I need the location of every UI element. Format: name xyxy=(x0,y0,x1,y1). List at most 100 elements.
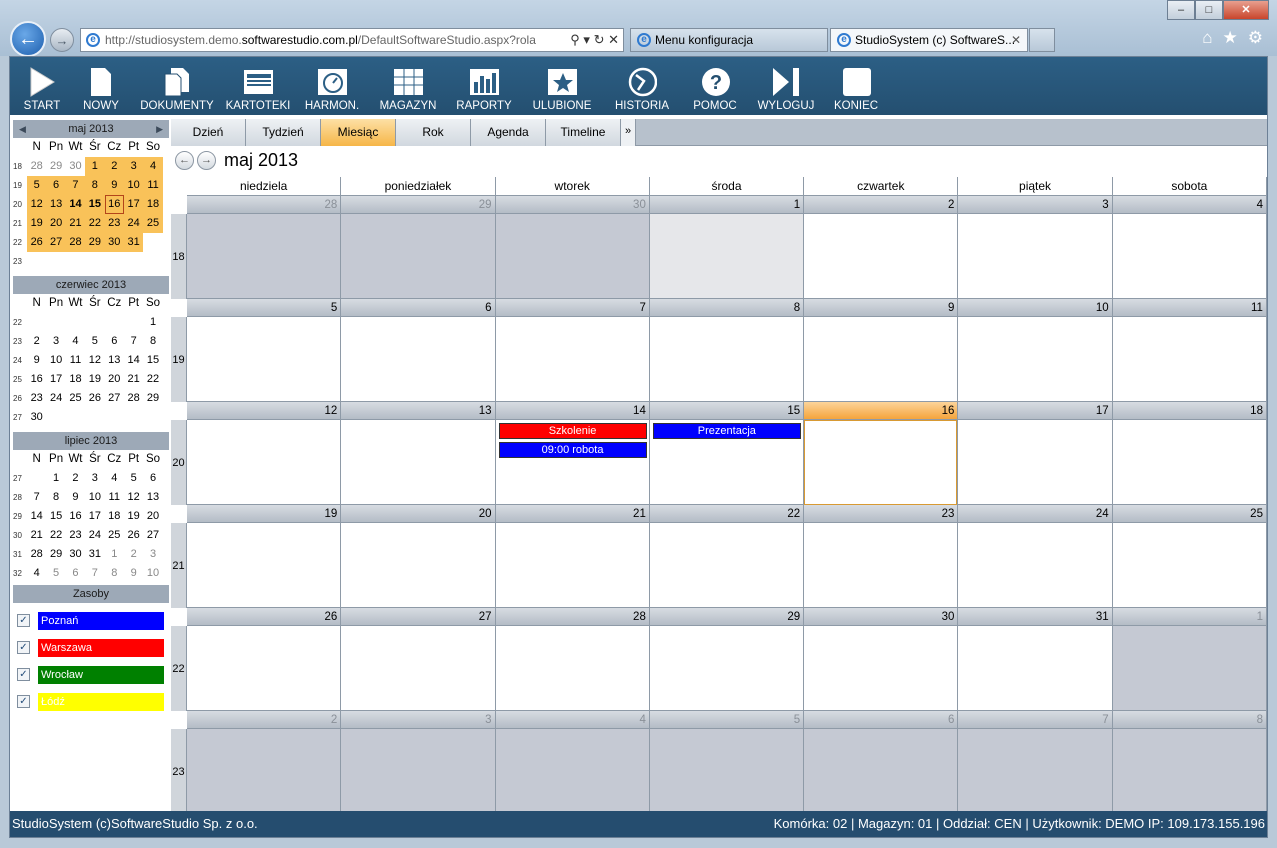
mini-cal-day[interactable]: 27 xyxy=(46,233,66,252)
day-cell[interactable]: 14 Szkolenie 09:00 robota xyxy=(495,402,650,505)
day-body[interactable] xyxy=(958,317,1112,402)
day-cell[interactable]: 18 xyxy=(1112,402,1267,505)
mini-cal-day[interactable]: 19 xyxy=(85,370,104,389)
day-body[interactable] xyxy=(1112,626,1266,711)
mini-cal-day[interactable]: 29 xyxy=(46,157,65,176)
wyloguj-button[interactable]: WYLOGUJ xyxy=(748,57,824,115)
mini-cal-day[interactable]: 9 xyxy=(66,488,85,507)
day-body[interactable] xyxy=(495,523,649,608)
mini-cal-day[interactable]: 28 xyxy=(124,389,143,408)
home-icon[interactable]: ⌂ xyxy=(1202,28,1212,48)
mini-cal-day[interactable]: 9 xyxy=(27,351,46,370)
day-cell[interactable]: 13 xyxy=(341,402,496,505)
day-body[interactable] xyxy=(804,626,958,711)
day-body[interactable] xyxy=(958,523,1112,608)
mini-cal-day[interactable]: 7 xyxy=(85,564,104,583)
tab-view-2[interactable]: Miesiąc xyxy=(321,119,396,146)
mini-cal-day[interactable]: 27 xyxy=(105,389,124,408)
mini-cal-day[interactable]: 9 xyxy=(124,564,143,583)
ulubione-button[interactable]: ULUBIONE xyxy=(522,57,602,115)
mini-cal-day[interactable]: 24 xyxy=(123,214,144,233)
day-body[interactable] xyxy=(1112,420,1266,505)
day-cell[interactable]: 7 xyxy=(495,299,650,402)
day-cell[interactable]: 27 xyxy=(341,608,496,711)
day-body[interactable] xyxy=(804,214,958,299)
day-body[interactable] xyxy=(958,420,1112,505)
day-body[interactable] xyxy=(495,626,649,711)
mini-cal-day[interactable]: 9 xyxy=(104,176,124,195)
tab-view-0[interactable]: Dzień xyxy=(171,119,246,146)
mini-cal-day[interactable]: 31 xyxy=(123,233,144,252)
day-cell[interactable]: 20 xyxy=(341,505,496,608)
mini-cal-day[interactable]: 30 xyxy=(66,545,85,564)
tab-menu-konfiguracja[interactable]: e Menu konfiguracja xyxy=(630,28,828,52)
day-cell[interactable]: 12 xyxy=(187,402,342,505)
mini-cal-day[interactable]: 14 xyxy=(27,507,46,526)
next-month-button[interactable]: → xyxy=(197,150,216,170)
mini-cal-day[interactable]: 29 xyxy=(46,545,65,564)
day-cell[interactable]: 3 xyxy=(341,711,496,814)
koniec-button[interactable]: KONIEC xyxy=(824,57,888,115)
day-cell[interactable]: 21 xyxy=(495,505,650,608)
day-body[interactable] xyxy=(1112,317,1266,402)
mini-cal-day[interactable]: 7 xyxy=(124,332,143,351)
mini-cal-day[interactable]: 18 xyxy=(105,507,124,526)
mini-cal-day[interactable]: 5 xyxy=(46,564,65,583)
day-body[interactable] xyxy=(804,523,958,608)
day-body[interactable] xyxy=(649,317,804,402)
day-cell[interactable]: 28 xyxy=(495,608,650,711)
mini-cal-day[interactable]: 5 xyxy=(124,469,143,488)
mini-cal-day[interactable]: 28 xyxy=(65,233,86,252)
day-body[interactable] xyxy=(341,420,495,505)
more-views-icon[interactable]: » xyxy=(621,119,636,146)
mini-cal-day[interactable]: 18 xyxy=(143,195,163,214)
mini-cal-day[interactable]: 27 xyxy=(143,526,162,545)
mini-cal-day[interactable]: 11 xyxy=(66,351,85,370)
resource-checkbox[interactable]: ✓ xyxy=(17,695,30,708)
resource-checkbox[interactable]: ✓ xyxy=(17,641,30,654)
mini-cal-day[interactable]: 6 xyxy=(66,564,85,583)
day-body[interactable] xyxy=(804,729,958,814)
mini-cal-day[interactable]: 18 xyxy=(66,370,85,389)
day-cell[interactable]: 4 xyxy=(1112,196,1267,299)
calendar-event[interactable]: 09:00 robota xyxy=(498,442,647,458)
mini-cal-day[interactable]: 22 xyxy=(143,370,162,389)
mini-cal-day[interactable]: 16 xyxy=(27,370,46,389)
mini-cal-day[interactable]: 1 xyxy=(105,545,124,564)
mini-cal-day[interactable]: 12 xyxy=(85,351,104,370)
mini-cal-day[interactable]: 3 xyxy=(85,469,104,488)
mini-cal-day[interactable]: 21 xyxy=(124,370,143,389)
day-body[interactable] xyxy=(958,214,1112,299)
mini-cal-day[interactable]: 10 xyxy=(143,564,162,583)
mini-cal-day[interactable]: 2 xyxy=(27,332,46,351)
mini-cal-day[interactable]: 15 xyxy=(85,195,105,214)
mini-cal-day[interactable]: 26 xyxy=(27,233,47,252)
tab-view-3[interactable]: Rok xyxy=(396,119,471,146)
mini-cal-day[interactable]: 11 xyxy=(143,176,163,195)
day-cell[interactable]: 7 xyxy=(958,711,1113,814)
mini-cal-day[interactable]: 8 xyxy=(143,332,162,351)
maximize-button[interactable]: □ xyxy=(1195,0,1223,20)
mini-cal-day[interactable]: 6 xyxy=(143,469,162,488)
mini-cal-day[interactable]: 30 xyxy=(104,233,124,252)
day-body[interactable] xyxy=(341,523,495,608)
start-button[interactable]: START xyxy=(14,57,70,115)
mini-cal-day[interactable]: 19 xyxy=(27,214,47,233)
mini-cal-day[interactable]: 30 xyxy=(66,157,85,176)
day-cell[interactable]: 2 xyxy=(804,196,959,299)
mini-cal-day[interactable]: 13 xyxy=(46,195,66,214)
mini-cal-day[interactable]: 1 xyxy=(46,469,65,488)
day-body[interactable] xyxy=(187,317,341,402)
stop-icon[interactable]: ✕ xyxy=(608,32,619,47)
mini-cal-day[interactable]: 25 xyxy=(105,526,124,545)
day-cell[interactable]: 8 xyxy=(649,299,805,402)
mini-cal-day[interactable]: 29 xyxy=(143,389,162,408)
day-cell[interactable]: 24 xyxy=(958,505,1113,608)
day-cell[interactable]: 16 xyxy=(804,402,959,505)
day-cell[interactable]: 2 xyxy=(187,711,342,814)
day-body[interactable] xyxy=(649,523,804,608)
documents-button[interactable]: DOKUMENTY xyxy=(132,57,222,115)
tab-studiosystem[interactable]: e StudioSystem (c) SoftwareS... ✕ xyxy=(830,28,1028,52)
refresh-icon[interactable]: ↻ xyxy=(594,32,605,47)
mini-cal-day[interactable]: 8 xyxy=(105,564,124,583)
